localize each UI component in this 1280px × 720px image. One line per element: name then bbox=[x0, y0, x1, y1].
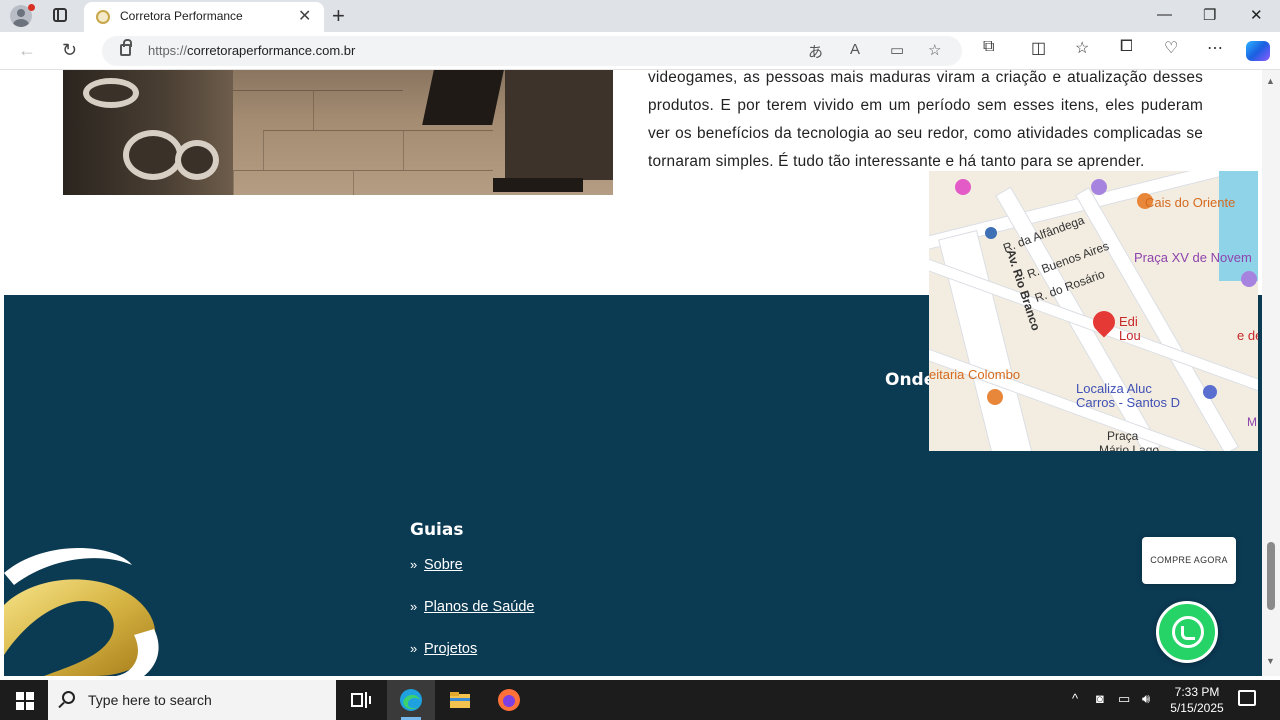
windows-taskbar: Type here to search ^ ◙ ▭ 🔊︎ 7:33 PM 5/1… bbox=[0, 680, 1280, 720]
taskbar-search-box[interactable]: Type here to search bbox=[48, 680, 336, 720]
location-map[interactable]: Cais do Oriente R. da Alfândega R. Bueno… bbox=[929, 171, 1258, 451]
favorite-star-icon[interactable]: ☆ bbox=[928, 41, 941, 59]
guides-heading: Guias bbox=[410, 520, 464, 540]
map-label: Praça XV de Novem bbox=[1134, 250, 1252, 265]
restore-icon[interactable]: ❐ bbox=[1203, 6, 1216, 24]
double-chevron-icon: » bbox=[410, 557, 418, 572]
map-label: Edi bbox=[1119, 314, 1138, 329]
double-chevron-icon: » bbox=[410, 599, 418, 614]
read-aloud-icon[interactable]: A bbox=[850, 41, 860, 58]
immersive-reader-icon[interactable]: ▭ bbox=[890, 41, 904, 59]
double-chevron-icon: » bbox=[410, 641, 418, 656]
favorites-icon[interactable]: ☆ bbox=[1075, 38, 1089, 58]
taskbar-clock[interactable]: 7:33 PM 5/15/2025 bbox=[1160, 684, 1234, 716]
minimize-icon[interactable]: — bbox=[1157, 6, 1172, 23]
tab-actions-icon[interactable] bbox=[53, 8, 67, 22]
page-scrollbar[interactable]: ▲ ▼ bbox=[1262, 70, 1280, 676]
translate-icon[interactable]: あ bbox=[808, 41, 823, 62]
clock-time: 7:33 PM bbox=[1174, 685, 1220, 699]
map-label: Cais do Oriente bbox=[1145, 195, 1236, 210]
landmark-pin-icon[interactable] bbox=[1241, 271, 1257, 287]
search-placeholder: Type here to search bbox=[88, 692, 212, 708]
browser-essentials-icon[interactable]: ♡ bbox=[1164, 38, 1178, 58]
volume-icon[interactable]: 🔊︎ bbox=[1142, 691, 1150, 707]
parking-pin-icon[interactable] bbox=[1203, 385, 1217, 399]
close-tab-icon[interactable]: ✕ bbox=[298, 6, 311, 26]
address-bar[interactable]: https://corretoraperformance.com.br あ A … bbox=[102, 36, 962, 66]
notifications-icon[interactable] bbox=[1238, 690, 1256, 706]
hotel-pin-icon[interactable] bbox=[955, 179, 971, 195]
map-label: e de bbox=[1237, 328, 1258, 343]
back-icon[interactable]: ← bbox=[18, 40, 36, 61]
clock-date: 5/15/2025 bbox=[1170, 701, 1224, 715]
guide-link-sobre[interactable]: » Sobre bbox=[410, 557, 463, 573]
browser-tab[interactable]: Corretora Performance ✕ bbox=[84, 2, 324, 32]
close-window-icon[interactable]: ✕ bbox=[1250, 6, 1263, 24]
whatsapp-icon[interactable] bbox=[1156, 601, 1218, 663]
windows-start-icon[interactable] bbox=[16, 692, 34, 710]
landmark-pin-icon[interactable] bbox=[1091, 179, 1107, 195]
extensions-icon[interactable]: ⧉ bbox=[983, 38, 994, 56]
copilot-icon[interactable] bbox=[1246, 41, 1270, 61]
web-page: videogames, as pessoas mais maduras vira… bbox=[0, 70, 1262, 676]
article-photo bbox=[63, 70, 613, 195]
meet-now-icon[interactable]: ◙ bbox=[1096, 691, 1104, 706]
map-label: Carros - Santos D bbox=[1076, 395, 1181, 410]
restaurant-pin-icon[interactable] bbox=[987, 389, 1003, 405]
firefox-icon[interactable] bbox=[497, 688, 521, 712]
map-label: Mário Lago bbox=[1099, 443, 1160, 451]
guide-link-projetos[interactable]: » Projetos bbox=[410, 641, 477, 657]
collections-icon[interactable]: ⧠ bbox=[1120, 38, 1133, 56]
buy-now-button[interactable]: COMPRE AGORA bbox=[1142, 537, 1236, 584]
refresh-icon[interactable]: ↻ bbox=[62, 40, 77, 61]
site-favicon-icon bbox=[96, 10, 110, 24]
map-label: Localiza Aluc bbox=[1076, 381, 1152, 396]
notification-dot bbox=[28, 4, 35, 11]
map-label: M bbox=[1247, 415, 1257, 429]
search-icon bbox=[62, 691, 75, 704]
edge-browser-icon bbox=[399, 688, 423, 712]
map-label: Lou bbox=[1119, 328, 1141, 343]
guide-link-planos[interactable]: » Planos de Saúde bbox=[410, 599, 534, 615]
scroll-down-icon[interactable]: ▼ bbox=[1266, 656, 1275, 666]
lock-icon[interactable] bbox=[120, 39, 132, 56]
transit-pin-icon[interactable] bbox=[985, 227, 997, 239]
file-explorer-icon[interactable] bbox=[448, 688, 472, 712]
browser-tab-bar: Corretora Performance ✕ + — ❐ ✕ bbox=[0, 0, 1280, 32]
company-logo[interactable] bbox=[4, 545, 160, 676]
taskbar-edge-active[interactable] bbox=[387, 680, 435, 720]
network-icon[interactable]: ▭ bbox=[1118, 691, 1130, 707]
scroll-up-icon[interactable]: ▲ bbox=[1266, 76, 1275, 86]
url-text[interactable]: https://corretoraperformance.com.br bbox=[148, 43, 355, 58]
new-tab-icon[interactable]: + bbox=[332, 3, 345, 29]
tab-title: Corretora Performance bbox=[120, 9, 243, 23]
scroll-thumb[interactable] bbox=[1267, 542, 1275, 610]
show-hidden-icons-chevron-icon[interactable]: ^ bbox=[1072, 691, 1078, 706]
split-screen-icon[interactable]: ◫ bbox=[1031, 38, 1046, 58]
map-label: Praça bbox=[1107, 429, 1139, 443]
task-view-icon[interactable] bbox=[349, 688, 373, 712]
map-label: eitaria Colombo bbox=[929, 367, 1021, 382]
more-menu-icon[interactable]: ⋯ bbox=[1207, 38, 1223, 58]
article-paragraph: videogames, as pessoas mais maduras vira… bbox=[648, 70, 1203, 170]
